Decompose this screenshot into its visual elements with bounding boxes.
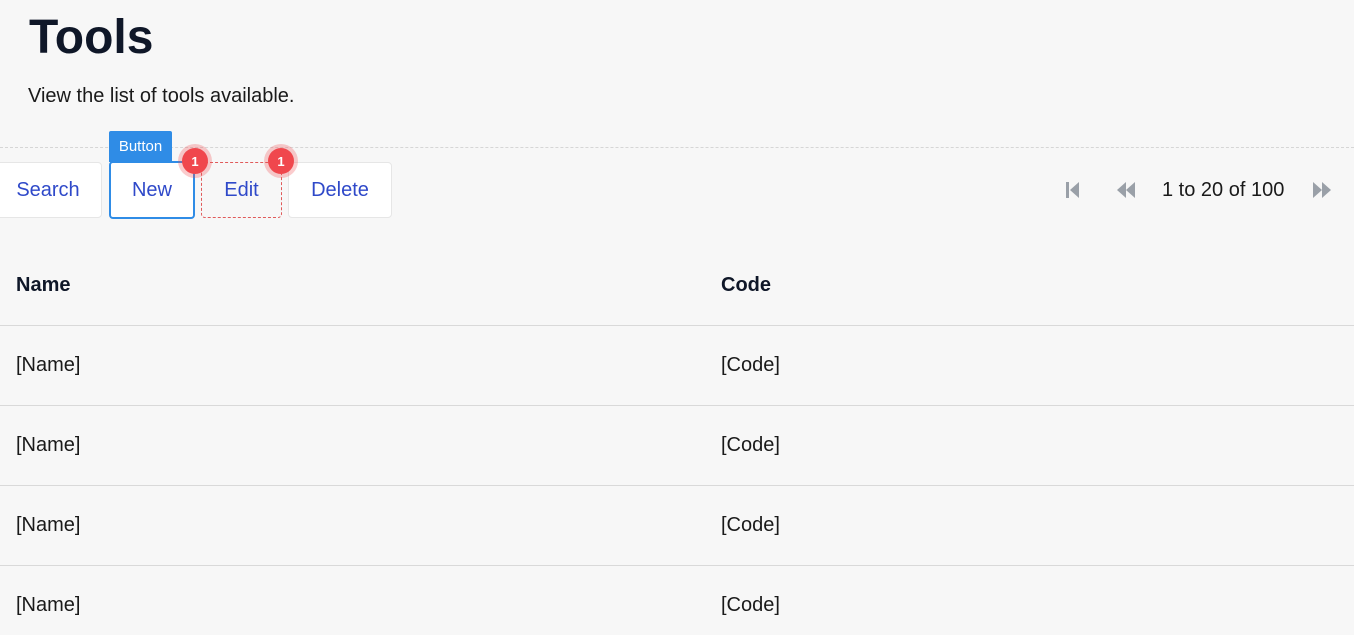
- pagination-status: 1 to 20 of 100: [1162, 179, 1285, 201]
- page-title: Tools: [29, 11, 154, 64]
- edit-button-badge: 1: [268, 148, 294, 174]
- code-cell: [Code]: [721, 514, 780, 536]
- next-page-icon[interactable]: [1312, 180, 1332, 200]
- column-header-name[interactable]: Name: [16, 246, 70, 325]
- name-cell: [Name]: [16, 514, 81, 536]
- new-button-badge: 1: [182, 148, 208, 174]
- table-row[interactable]: [Name] [Code]: [0, 486, 1354, 566]
- edit-button[interactable]: Edit: [201, 162, 282, 218]
- table-row[interactable]: [Name] [Code]: [0, 406, 1354, 486]
- column-header-code[interactable]: Code: [721, 246, 771, 325]
- page-subtitle: View the list of tools available.: [28, 85, 295, 107]
- name-cell: [Name]: [16, 594, 81, 616]
- tools-page: Tools View the list of tools available. …: [0, 0, 1354, 635]
- new-button[interactable]: New: [109, 161, 195, 219]
- table-header-row: Name Code: [0, 246, 1354, 326]
- selection-tag: Button: [109, 131, 172, 162]
- code-cell: [Code]: [721, 594, 780, 616]
- code-cell: [Code]: [721, 354, 780, 376]
- name-cell: [Name]: [16, 434, 81, 456]
- tools-table: Name Code [Name] [Code] [Name] [Code] [N…: [0, 246, 1354, 635]
- table-row[interactable]: [Name] [Code]: [0, 326, 1354, 406]
- previous-page-icon[interactable]: [1116, 180, 1136, 200]
- search-button[interactable]: Search: [0, 162, 102, 218]
- section-divider: [0, 147, 1354, 148]
- code-cell: [Code]: [721, 434, 780, 456]
- first-page-icon[interactable]: [1063, 180, 1083, 200]
- table-row[interactable]: [Name] [Code]: [0, 566, 1354, 635]
- delete-button[interactable]: Delete: [288, 162, 392, 218]
- name-cell: [Name]: [16, 354, 81, 376]
